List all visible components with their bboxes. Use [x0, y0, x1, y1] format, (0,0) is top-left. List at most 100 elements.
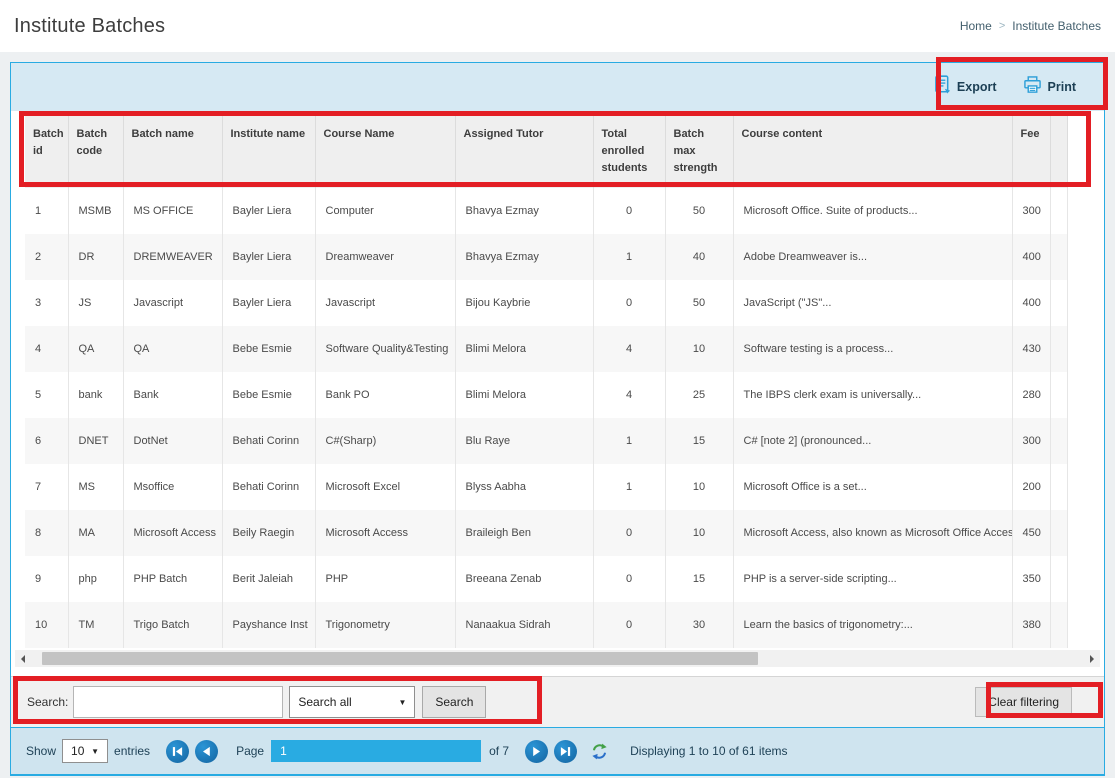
table-row[interactable]: 6DNETDotNetBehati CorinnC#(Sharp)Blu Ray…	[25, 418, 1067, 464]
column-header-name[interactable]: Batch name	[123, 114, 222, 188]
page-size-select[interactable]: 10 ▼	[62, 739, 108, 763]
next-page-button[interactable]	[525, 740, 548, 763]
horizontal-scrollbar[interactable]	[15, 650, 1100, 667]
cell-code: bank	[68, 372, 123, 418]
column-header-tutor[interactable]: Assigned Tutor	[455, 114, 593, 188]
table-row[interactable]: 10TMTrigo BatchPayshance InstTrigonometr…	[25, 602, 1067, 648]
cell-id: 5	[25, 372, 68, 418]
last-page-button[interactable]	[554, 740, 577, 763]
entries-label: entries	[114, 744, 150, 758]
column-header-content[interactable]: Course content	[733, 114, 1012, 188]
page-title: Institute Batches	[14, 15, 165, 38]
table-row[interactable]: 7MSMsofficeBehati CorinnMicrosoft ExcelB…	[25, 464, 1067, 510]
column-header-id[interactable]: Batch id	[25, 114, 68, 188]
cell-institute: Bebe Esmie	[222, 372, 315, 418]
cell-content: The IBPS clerk exam is universally...	[733, 372, 1012, 418]
cell-name: Javascript	[123, 280, 222, 326]
breadcrumb-separator: >	[999, 20, 1005, 32]
column-header-code[interactable]: Batch code	[68, 114, 123, 188]
column-header-institute[interactable]: Institute name	[222, 114, 315, 188]
first-page-button[interactable]	[166, 740, 189, 763]
panel-toolbar: Export Print	[11, 63, 1104, 111]
page: Institute Batches Home > Institute Batch…	[0, 0, 1115, 778]
table-row[interactable]: 2DRDREMWEAVERBayler LieraDreamweaverBhav…	[25, 234, 1067, 280]
cell-id: 2	[25, 234, 68, 280]
scroll-right-icon[interactable]	[1084, 655, 1100, 663]
cell-content: Microsoft Office. Suite of products...	[733, 188, 1012, 234]
cell-tutor: Braileigh Ben	[455, 510, 593, 556]
cell-max: 30	[665, 602, 733, 648]
cell-tutor: Breeana Zenab	[455, 556, 593, 602]
cell-name: PHP Batch	[123, 556, 222, 602]
pager-bar: Show 10 ▼ entries Page	[11, 727, 1104, 774]
refresh-icon	[591, 743, 608, 760]
table-row[interactable]: 5bankBankBebe EsmieBank POBlimi Melora42…	[25, 372, 1067, 418]
cell-enrolled: 1	[593, 464, 665, 510]
cell-id: 9	[25, 556, 68, 602]
breadcrumb-home-link[interactable]: Home	[960, 19, 992, 33]
chevron-down-icon: ▼	[398, 698, 406, 707]
cell-institute: Behati Corinn	[222, 464, 315, 510]
scroll-left-icon[interactable]	[15, 655, 31, 663]
cell-content: JavaScript ("JS"...	[733, 280, 1012, 326]
cell-code: MS	[68, 464, 123, 510]
cell-max: 10	[665, 510, 733, 556]
search-filter-select[interactable]: Search all ▼	[289, 686, 415, 718]
cell-institute: Berit Jaleiah	[222, 556, 315, 602]
cell-institute: Beily Raegin	[222, 510, 315, 556]
cell-institute: Bebe Esmie	[222, 326, 315, 372]
cell-content: C# [note 2] (pronounced...	[733, 418, 1012, 464]
column-header-enrolled[interactable]: Total enrolled students	[593, 114, 665, 188]
table-row[interactable]: 8MAMicrosoft AccessBeily RaeginMicrosoft…	[25, 510, 1067, 556]
next-page-icon	[531, 746, 542, 757]
cell-fee: 300	[1012, 188, 1050, 234]
column-header-fee[interactable]: Fee	[1012, 114, 1050, 188]
cell-enrolled: 0	[593, 556, 665, 602]
table-head: Batch idBatch codeBatch nameInstitute na…	[25, 114, 1067, 188]
page-number-input[interactable]	[271, 740, 481, 762]
cell-max: 40	[665, 234, 733, 280]
cell-id: 3	[25, 280, 68, 326]
cell-content: Adobe Dreamweaver is...	[733, 234, 1012, 280]
cell-name: DREMWEAVER	[123, 234, 222, 280]
column-header-course[interactable]: Course Name	[315, 114, 455, 188]
clear-filtering-button[interactable]: Clear filtering	[975, 687, 1072, 717]
cell-name: DotNet	[123, 418, 222, 464]
cell-tutor: Bhavya Ezmay	[455, 188, 593, 234]
search-button[interactable]: Search	[422, 686, 486, 718]
scrollbar-thumb[interactable]	[42, 652, 758, 665]
cell-code: TM	[68, 602, 123, 648]
cell-code: DR	[68, 234, 123, 280]
cell-max: 10	[665, 326, 733, 372]
table-row[interactable]: 3JSJavascriptBayler LieraJavascriptBijou…	[25, 280, 1067, 326]
cell-enrolled: 1	[593, 418, 665, 464]
total-pages-label: of 7	[489, 744, 509, 758]
column-header-max[interactable]: Batch max strength	[665, 114, 733, 188]
chevron-down-icon: ▼	[91, 747, 99, 756]
cell-fee: 430	[1012, 326, 1050, 372]
cell-code: MA	[68, 510, 123, 556]
export-button[interactable]: Export	[934, 75, 997, 99]
cell-tutor: Nanaakua Sidrah	[455, 602, 593, 648]
cell-max: 50	[665, 280, 733, 326]
search-label: Search:	[27, 695, 68, 709]
cell-name: QA	[123, 326, 222, 372]
search-input[interactable]	[73, 686, 283, 718]
table-row[interactable]: 4QAQABebe EsmieSoftware Quality&TestingB…	[25, 326, 1067, 372]
cell-name: Trigo Batch	[123, 602, 222, 648]
printer-icon	[1023, 76, 1042, 99]
export-label: Export	[957, 80, 997, 94]
table-row[interactable]: 9phpPHP BatchBerit JaleiahPHPBreeana Zen…	[25, 556, 1067, 602]
cell-content: Microsoft Office is a set...	[733, 464, 1012, 510]
refresh-button[interactable]	[591, 743, 608, 760]
previous-page-icon	[201, 746, 212, 757]
last-page-icon	[560, 746, 571, 757]
print-button[interactable]: Print	[1023, 76, 1076, 99]
cell-course: C#(Sharp)	[315, 418, 455, 464]
previous-page-button[interactable]	[195, 740, 218, 763]
cell-fee: 450	[1012, 510, 1050, 556]
table-row[interactable]: 1MSMBMS OFFICEBayler LieraComputerBhavya…	[25, 188, 1067, 234]
scrollbar-track[interactable]	[31, 652, 1084, 665]
cell-id: 1	[25, 188, 68, 234]
cell-course: Javascript	[315, 280, 455, 326]
